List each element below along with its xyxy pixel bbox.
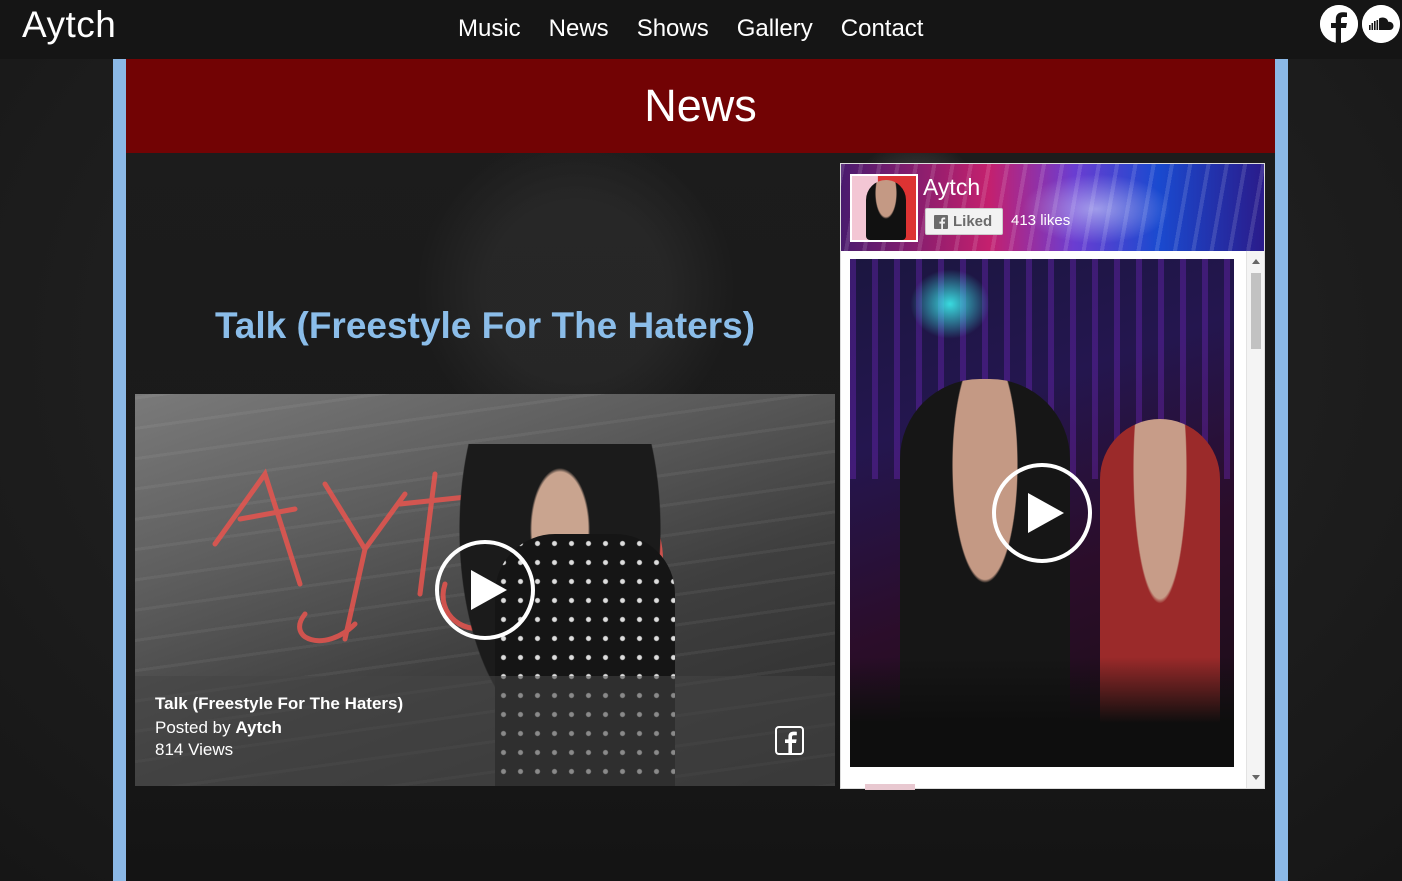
scroll-up-icon[interactable] xyxy=(1252,259,1260,264)
play-icon[interactable] xyxy=(435,540,535,640)
page-title: News xyxy=(644,80,757,131)
facebook-widget-header: Aytch Liked 413 likes xyxy=(841,164,1264,251)
posted-by-name[interactable]: Aytch xyxy=(235,718,282,737)
play-icon[interactable] xyxy=(992,463,1092,563)
feed-scrollbar[interactable] xyxy=(1246,251,1264,788)
next-post-thumbnail xyxy=(865,784,915,790)
liked-button-label: Liked xyxy=(953,213,993,230)
main-nav: Music News Shows Gallery Contact xyxy=(444,14,937,44)
nav-link-shows[interactable]: Shows xyxy=(623,14,723,44)
nav-link-music[interactable]: Music xyxy=(444,14,535,44)
brand-logo[interactable]: Aytch xyxy=(22,4,116,46)
frame-right-border xyxy=(1275,59,1288,881)
liked-button[interactable]: Liked xyxy=(925,208,1004,235)
facebook-page-name[interactable]: Aytch xyxy=(923,174,980,201)
page-banner: News xyxy=(126,59,1275,153)
top-navigation-bar: Aytch Music News Shows Gallery Contact xyxy=(0,0,1402,59)
header-cover-glow xyxy=(1021,174,1171,244)
news-content: News Talk (Freestyle For The Haters) Tal… xyxy=(126,59,1275,881)
avatar-figure xyxy=(866,180,906,240)
nav-link-news[interactable]: News xyxy=(535,14,623,44)
frame-left-border xyxy=(113,59,126,881)
video-posted-by: Posted by Aytch xyxy=(155,718,282,738)
post-title[interactable]: Talk (Freestyle For The Haters) xyxy=(135,305,835,347)
stage-light xyxy=(910,269,990,339)
social-links xyxy=(1320,5,1400,43)
facebook-page-avatar[interactable] xyxy=(850,174,918,242)
feed-video-crowd xyxy=(850,657,1234,767)
facebook-feed-video[interactable] xyxy=(850,259,1234,767)
nav-link-gallery[interactable]: Gallery xyxy=(723,14,827,44)
scrollbar-thumb[interactable] xyxy=(1251,273,1261,349)
nav-link-contact[interactable]: Contact xyxy=(827,14,938,44)
likes-count: 413 likes xyxy=(1011,212,1071,229)
facebook-icon[interactable] xyxy=(1320,5,1358,43)
facebook-share-icon[interactable] xyxy=(775,726,804,755)
facebook-page-widget: Aytch Liked 413 likes xyxy=(840,163,1265,790)
scroll-down-icon[interactable] xyxy=(1252,775,1260,780)
video-player[interactable]: Talk (Freestyle For The Haters) Posted b… xyxy=(135,394,835,786)
posted-by-prefix: Posted by xyxy=(155,718,231,737)
facebook-small-icon xyxy=(934,214,948,229)
soundcloud-icon[interactable] xyxy=(1362,5,1400,43)
video-views: 814 Views xyxy=(155,740,234,759)
video-caption-title: Talk (Freestyle For The Haters) xyxy=(155,694,404,713)
